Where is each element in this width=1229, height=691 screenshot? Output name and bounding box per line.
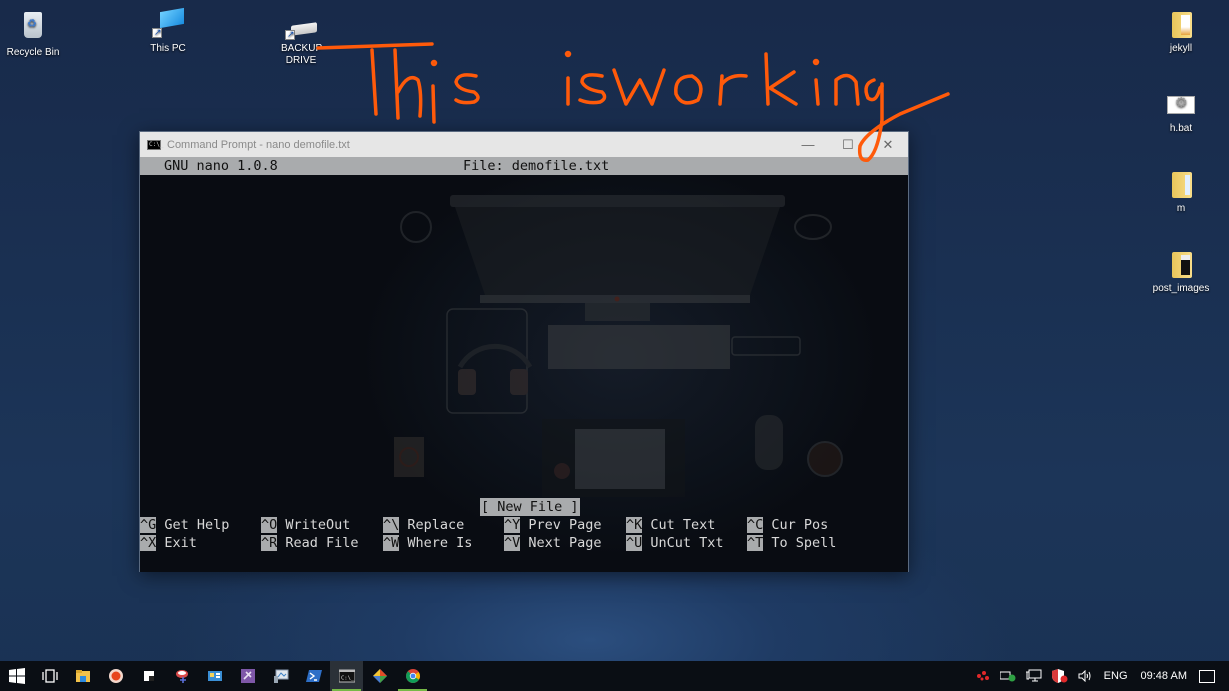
nano-version: GNU nano 1.0.8 [164,158,278,174]
taskbar: C:\_ ENG 09:48 AM [0,661,1229,691]
window-title: Command Prompt - nano demofile.txt [167,138,350,151]
shortcut-read-file[interactable]: ^R Read File [261,534,359,552]
this-pc-icon [152,7,184,40]
folder-icon [1165,168,1197,200]
shortcut-cut-text[interactable]: ^K Cut Text [626,516,715,534]
batch-file-icon [1165,88,1197,120]
taskbar-chrome[interactable] [396,661,429,691]
folder-icon [1165,248,1197,280]
terminal-area[interactable]: GNU nano 1.0.8 File: demofile.txt [New … [140,157,908,572]
close-button[interactable]: ✕ [868,132,908,157]
window-titlebar[interactable]: C:\_ Command Prompt - nano demofile.txt … [140,132,908,157]
taskbar-start[interactable] [0,661,33,691]
nano-shortcut-bar: ^G Get Help ^O WriteOut ^\ Replace ^Y Pr… [140,516,908,552]
command-prompt-icon: C:\_ [147,139,164,150]
shortcut-prev-page[interactable]: ^Y Prev Page [504,516,602,534]
file-explorer-icon [75,670,90,682]
recycle-bin-icon [17,12,49,44]
chrome-icon [405,669,420,683]
app-icon [143,671,154,681]
desktop-icon-m[interactable]: m [1146,168,1216,215]
svg-text:C:\_: C:\_ [341,676,355,682]
powershell-icon [305,670,322,682]
control-panel-icon [207,671,222,681]
shortcut-to-spell[interactable]: ^T To Spell [747,534,836,552]
nano-status-message: [ New File ] [480,498,580,516]
taskbar-powershell[interactable] [297,661,330,691]
network-icon[interactable] [1025,669,1042,683]
volume-icon[interactable] [1078,670,1094,682]
visual-studio-icon [240,669,255,683]
maximize-button[interactable]: ☐ [828,132,868,157]
shortcut-exit[interactable]: ^X Exit [140,534,197,552]
terminal-background-image [394,195,843,497]
taskbar-network-tool[interactable] [165,661,198,691]
desktop-icon-jekyll[interactable]: jekyll [1146,8,1216,55]
action-center-icon[interactable] [1199,669,1215,683]
git-icon [372,669,387,683]
taskbar-app[interactable] [132,661,165,691]
desktop-icon-backup-drive[interactable]: BACKUP DRIVE [266,14,336,67]
tray-app-icon[interactable] [976,670,990,682]
drive-icon [285,14,317,40]
language-indicator[interactable]: ENG [1104,670,1128,682]
desktop-icon-h-bat[interactable]: h.bat [1146,88,1216,135]
taskbar-remote-desktop[interactable] [264,661,297,691]
clock[interactable]: 09:48 AM [1141,670,1187,682]
shortcut-where-is[interactable]: ^W Where Is [383,534,472,552]
shortcut-next-page[interactable]: ^V Next Page [504,534,602,552]
taskbar-recorder[interactable] [99,661,132,691]
taskbar-git[interactable] [363,661,396,691]
taskbar-visual-studio[interactable] [231,661,264,691]
desktop-icon-recycle-bin[interactable]: Recycle Bin [0,8,68,59]
shortcut-row-1: ^G Get Help ^O WriteOut ^\ Replace ^Y Pr… [140,516,908,534]
remote-desktop-icon [273,669,288,683]
taskbar-command-prompt[interactable]: C:\_ [330,661,363,691]
shortcut-uncut-txt[interactable]: ^U UnCut Txt [626,534,724,552]
record-icon [108,669,123,683]
shortcut-get-help[interactable]: ^G Get Help [140,516,229,534]
network-tool-icon [175,670,188,683]
command-prompt-window[interactable]: C:\_ Command Prompt - nano demofile.txt … [139,131,909,572]
shortcut-replace[interactable]: ^\ Replace [383,516,464,534]
command-prompt-icon: C:\_ [338,669,355,683]
battery-icon[interactable] [999,670,1016,682]
system-tray: ENG 09:48 AM [971,661,1229,691]
nano-filename: File: demofile.txt [463,158,610,174]
folder-icon [1165,8,1197,40]
nano-header: GNU nano 1.0.8 File: demofile.txt [140,157,908,175]
taskbar-task-view[interactable] [33,661,66,691]
security-shield-icon[interactable] [1051,669,1068,683]
minimize-button[interactable]: — [788,132,828,157]
task-view-icon [41,669,58,683]
shortcut-row-2: ^X Exit ^R Read File ^W Where Is ^V Next… [140,534,908,552]
shortcut-writeout[interactable]: ^O WriteOut [261,516,350,534]
desktop-icon-post-images[interactable]: post_images [1146,248,1216,295]
windows-start-icon [8,668,25,684]
desktop-icon-this-pc[interactable]: This PC [133,7,203,55]
shortcut-cur-pos[interactable]: ^C Cur Pos [747,516,828,534]
taskbar-file-explorer[interactable] [66,661,99,691]
taskbar-control-panel[interactable] [198,661,231,691]
